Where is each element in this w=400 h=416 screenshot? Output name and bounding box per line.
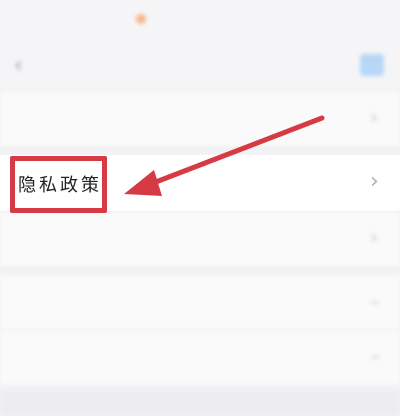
annotation-arrow-icon xyxy=(124,115,325,196)
